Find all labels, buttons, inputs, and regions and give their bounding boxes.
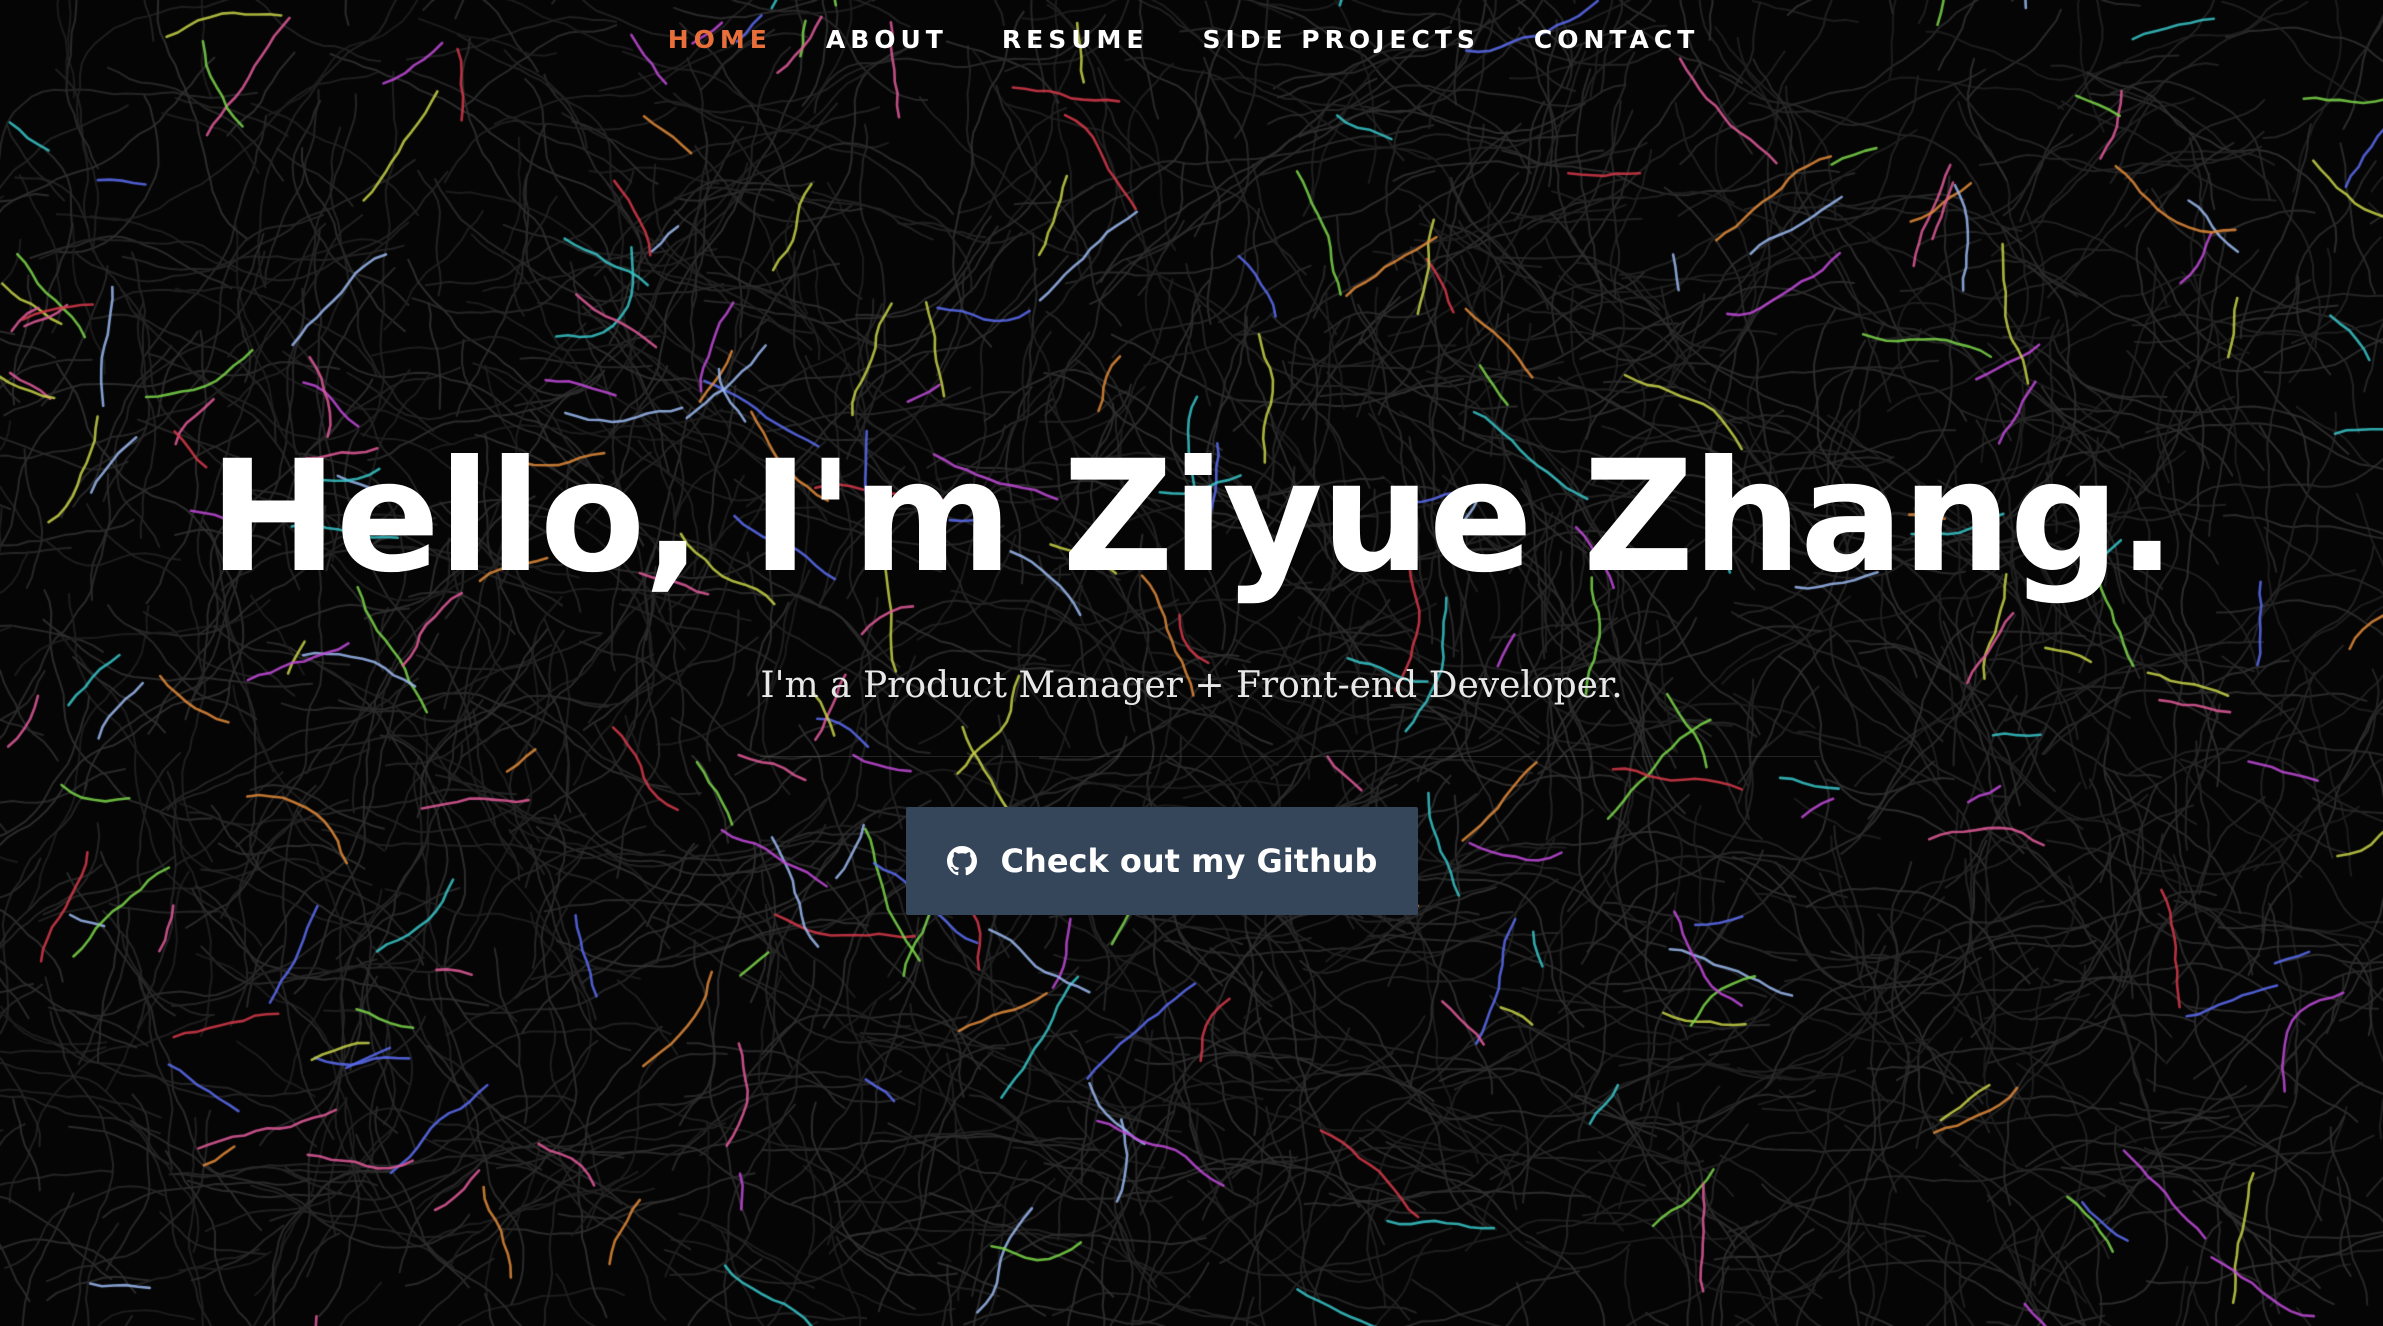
nav-link-resume[interactable]: RESUME <box>1002 22 1149 58</box>
nav-link-side-projects[interactable]: SIDE PROJECTS <box>1202 22 1479 58</box>
nav-link-about[interactable]: ABOUT <box>826 22 948 58</box>
github-icon <box>946 846 977 876</box>
hero-subtitle: I'm a Product Manager + Front-end Develo… <box>760 665 1623 706</box>
hero-title: Hello, I'm Ziyue Zhang. <box>208 428 2176 607</box>
top-nav: HOME ABOUT RESUME SIDE PROJECTS CONTACT <box>0 22 2375 58</box>
github-button-label: Check out my Github <box>1000 842 1378 880</box>
nav-link-home[interactable]: HOME <box>668 22 772 58</box>
divider <box>760 756 1820 757</box>
github-button[interactable]: Check out my Github <box>906 807 1418 915</box>
nav-link-contact[interactable]: CONTACT <box>1534 22 1699 58</box>
hero-section: HOME ABOUT RESUME SIDE PROJECTS CONTACT … <box>0 0 2383 1326</box>
